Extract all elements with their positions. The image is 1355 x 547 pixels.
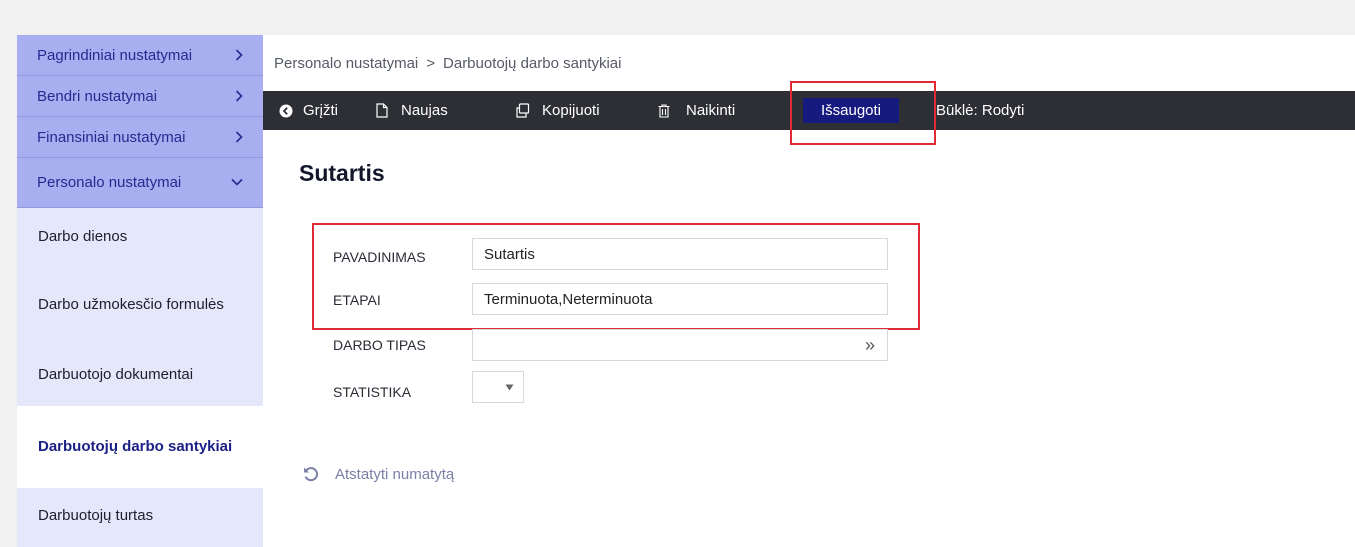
sidebar-category-basic-settings[interactable]: Pagrindiniai nustatymai (17, 35, 263, 76)
sidebar-category-financial-settings[interactable]: Finansiniai nustatymai (17, 117, 263, 158)
toolbar: Grįžti Naujas Kopijuoti Naikinti Išsaugo… (263, 91, 1355, 130)
reset-default-button[interactable]: Atstatyti numatytą (303, 459, 454, 489)
stages-input[interactable]: Terminuota,Neterminuota (472, 283, 888, 315)
sidebar-item-salary-formulas[interactable]: Darbo užmokesčio formulės (17, 266, 263, 344)
sidebar-category-label: Personalo nustatymai (37, 174, 182, 191)
undo-icon (303, 466, 319, 482)
app-window: Pagrindiniai nustatymai Bendri nustatyma… (17, 35, 1355, 547)
sidebar: Pagrindiniai nustatymai Bendri nustatyma… (17, 35, 263, 547)
statistics-select[interactable] (472, 371, 524, 403)
breadcrumb: Personalo nustatymai > Darbuotojų darbo … (263, 35, 1355, 91)
new-button[interactable]: Naujas (376, 91, 448, 130)
sidebar-category-label: Finansiniai nustatymai (37, 128, 186, 146)
sidebar-item-label: Darbuotojų darbo santykiai (38, 438, 233, 455)
sidebar-category-label: Bendri nustatymai (37, 87, 158, 105)
page-title: Sutartis (299, 160, 385, 186)
sidebar-item-work-days[interactable]: Darbo dienos (17, 208, 263, 266)
reset-label: Atstatyti numatytą (335, 465, 455, 483)
back-label: Grįžti (303, 102, 338, 119)
work-type-input[interactable]: » (472, 329, 888, 361)
sidebar-category-label: Pagrindiniai nustatymai (37, 46, 193, 64)
save-button[interactable]: Išsaugoti (803, 98, 899, 123)
breadcrumb-parent[interactable]: Personalo nustatymai (274, 55, 418, 72)
sidebar-item-label: Darbuotojo dokumentai (38, 366, 194, 383)
delete-button[interactable]: Naikinti (658, 91, 735, 130)
breadcrumb-current: Darbuotojų darbo santykiai (443, 54, 622, 72)
stages-value: Terminuota,Neterminuota (484, 290, 653, 308)
sidebar-item-employee-property[interactable]: Darbuotojų turtas (17, 488, 263, 547)
sidebar-item-employee-documents[interactable]: Darbuotojo dokumentai (17, 344, 263, 406)
new-label: Naujas (401, 102, 448, 119)
stages-label: ETAPAI (333, 292, 381, 308)
chevron-right-icon (235, 117, 243, 157)
copy-label: Kopijuoti (542, 102, 600, 119)
main-content: Personalo nustatymai > Darbuotojų darbo … (263, 35, 1355, 547)
double-chevron-right-icon[interactable]: » (865, 330, 875, 360)
sidebar-item-label: Darbuotojų turtas (38, 507, 154, 524)
sidebar-category-general-settings[interactable]: Bendri nustatymai (17, 76, 263, 117)
statistics-label: STATISTIKA (333, 384, 412, 400)
trash-icon (658, 103, 670, 118)
chevron-down-icon (231, 158, 243, 206)
arrow-left-circle-icon (279, 104, 293, 118)
name-input[interactable]: Sutartis (472, 238, 888, 270)
copy-icon (515, 103, 530, 118)
sidebar-category-personnel-settings[interactable]: Personalo nustatymai (17, 158, 263, 208)
sidebar-item-label: Darbo dienos (38, 228, 128, 245)
back-button[interactable]: Grįžti (279, 91, 338, 130)
delete-label: Naikinti (686, 102, 736, 119)
name-value: Sutartis (484, 245, 535, 263)
status-label: Būklė: Rodyti (936, 102, 1025, 119)
sidebar-item-employment-relations[interactable]: Darbuotojų darbo santykiai (17, 406, 263, 488)
chevron-right-icon (235, 35, 243, 75)
name-label: PAVADINIMAS (333, 249, 426, 265)
chevron-right-icon (235, 76, 243, 116)
breadcrumb-separator: > (426, 54, 436, 72)
sidebar-item-label: Darbo užmokesčio formulės (38, 296, 224, 313)
copy-button[interactable]: Kopijuoti (515, 91, 600, 130)
caret-down-icon (505, 372, 514, 402)
work-type-label: DARBO TIPAS (333, 337, 426, 353)
new-document-icon (376, 103, 388, 118)
